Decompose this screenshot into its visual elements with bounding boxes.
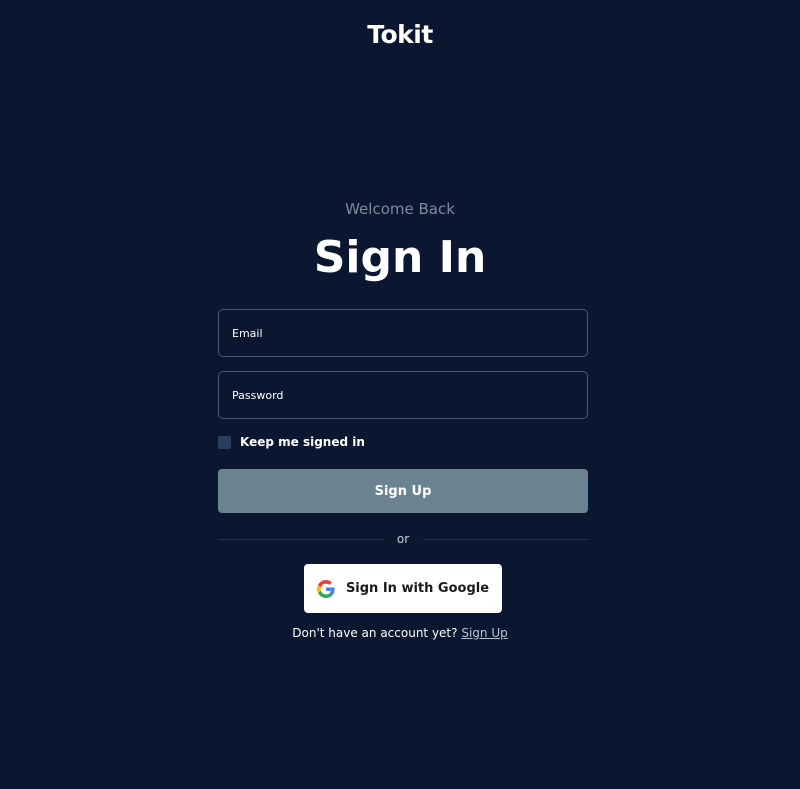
page-title: Sign In — [313, 232, 487, 283]
password-field-wrapper — [218, 371, 588, 419]
signup-link[interactable]: Sign Up — [461, 626, 507, 640]
signup-prompt: Don't have an account yet? Sign Up — [0, 626, 800, 640]
email-field-wrapper — [218, 309, 588, 357]
password-field[interactable] — [219, 372, 587, 418]
sign-up-button[interactable]: Sign Up — [218, 469, 588, 513]
welcome-subtitle: Welcome Back — [345, 200, 455, 218]
divider-line-right — [423, 538, 588, 540]
google-g-icon — [316, 579, 335, 598]
keep-signed-in-label: Keep me signed in — [240, 435, 365, 449]
signup-prompt-text: Don't have an account yet? — [292, 626, 458, 640]
email-field[interactable] — [219, 310, 587, 356]
or-divider: or — [218, 531, 588, 547]
google-sign-in-label: Sign In with Google — [345, 581, 490, 596]
keep-signed-in-checkbox[interactable] — [218, 435, 231, 449]
app-logo: Tokit — [367, 20, 433, 49]
divider-line-left — [218, 538, 383, 540]
divider-label: or — [396, 532, 410, 546]
google-sign-in-button[interactable]: Sign In with Google — [304, 564, 502, 613]
keep-signed-in-toggle[interactable]: Keep me signed in — [218, 435, 365, 449]
